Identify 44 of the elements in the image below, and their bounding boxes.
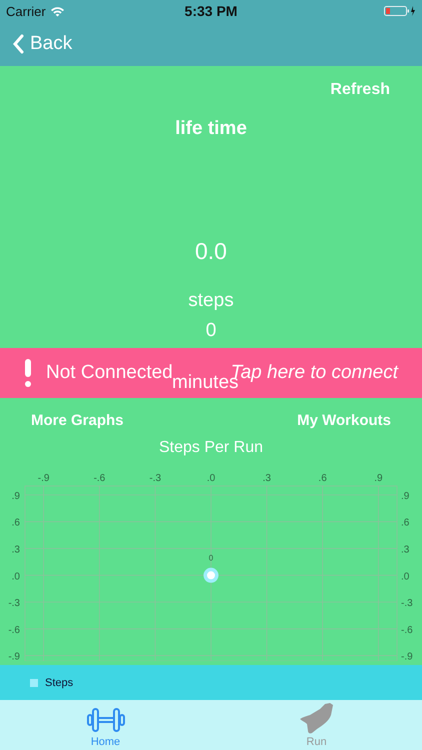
refresh-button[interactable]: Refresh [330, 76, 390, 104]
y-tick-label: -.9 [8, 652, 20, 661]
x-tick-label: .6 [318, 473, 327, 484]
y-tick-label: .0 [12, 571, 20, 582]
stats-title: life time [174, 118, 248, 140]
steps-label: steps [187, 290, 235, 312]
x-tick-label: .3 [262, 473, 271, 484]
y-tick-label: -.3 [8, 598, 20, 610]
chevron-left-icon [12, 34, 24, 54]
connection-status: Not Connected [46, 362, 173, 384]
x-tick-label: .9 [374, 473, 383, 484]
y-tick-label: .6 [12, 518, 20, 529]
y-tick-label: .6 [401, 518, 410, 529]
graph-link[interactable]: My Workouts [297, 412, 391, 429]
shoe-icon [300, 702, 334, 734]
back-button[interactable]: Back [0, 33, 84, 55]
value-label: 0 [208, 553, 214, 562]
x-tick-label: .0 [206, 473, 216, 484]
legend-label: Steps [45, 676, 74, 688]
y-tick-label: -.3 [401, 598, 413, 610]
y-tick-label: .9 [401, 490, 410, 502]
connection-banner[interactable]: Not ConnectedminutesTap here to connect [0, 348, 422, 398]
exclamation-icon [24, 359, 32, 387]
y-tick-label: -.9 [401, 652, 413, 661]
y-tick-label: -.6 [8, 624, 20, 636]
y-tick-label: .3 [401, 544, 410, 556]
graph-link[interactable]: More Graphs [31, 412, 124, 429]
minutes-value: 0 [204, 320, 218, 338]
tab-item[interactable]: Home [0, 700, 211, 750]
chart-title: Steps Per Run [158, 439, 264, 457]
x-tick-label: -.6 [94, 473, 106, 484]
wifi-icon [50, 6, 65, 16]
dumbbell-icon [86, 706, 124, 734]
y-tick-label: .3 [12, 544, 20, 556]
distance-value: 0.0 [194, 238, 228, 265]
carrier-label: Carrier [6, 4, 46, 18]
x-tick-label: -.3 [149, 473, 162, 484]
x-tick-label: -.9 [38, 473, 50, 484]
y-tick-label: .9 [12, 490, 20, 502]
y-tick-label: -.6 [401, 624, 413, 636]
y-tick-label: .0 [401, 571, 410, 582]
tab-item[interactable]: Run [211, 700, 422, 750]
clock-time: 5:33 PM [184, 3, 238, 19]
battery-icon [384, 5, 416, 17]
